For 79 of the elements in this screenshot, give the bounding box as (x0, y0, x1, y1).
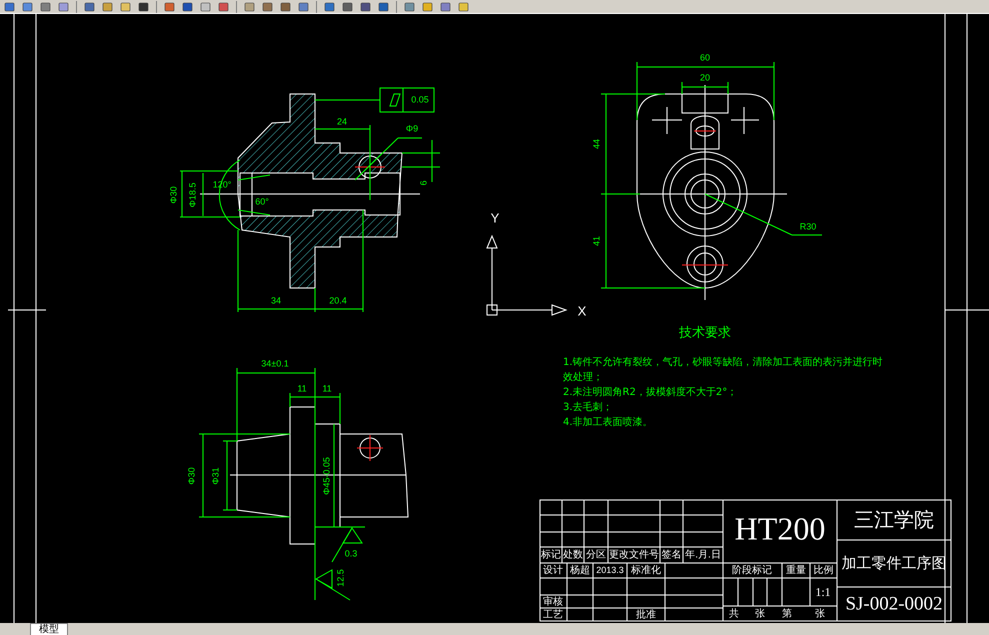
title-block-label: 年.月.日 (685, 550, 721, 561)
toolbar-icon[interactable] (298, 2, 309, 12)
dimension-label: 34±0.1 (261, 358, 289, 368)
toolbar-icon[interactable] (342, 2, 353, 12)
dimension-label: 11 (322, 383, 332, 394)
dimension-label: 41 (591, 236, 602, 246)
toolbar-icon[interactable] (138, 2, 149, 12)
dimension-label: 34 (271, 295, 281, 306)
toolbar-icon[interactable] (22, 2, 33, 12)
title-block-label: 张 (755, 608, 765, 620)
toolbar-icon[interactable] (120, 2, 131, 12)
title-block-label: 标记 (541, 550, 561, 561)
title-block-label: 分区 (586, 550, 606, 561)
toolbar-icon[interactable] (458, 2, 469, 12)
toolbar-icon[interactable] (422, 2, 433, 12)
requirements-title: 技术要求 (679, 324, 731, 340)
dimension-label: Φ45-0.05 (321, 457, 332, 495)
dimension-label: 20 (700, 72, 710, 82)
dimension-label: 0.05 (411, 94, 429, 104)
title-block-label: 更改文件号 (609, 550, 659, 561)
toolbar-icon[interactable] (404, 2, 415, 12)
toolbar-icon[interactable] (324, 2, 335, 12)
title-block-label: 标准化 (631, 565, 661, 576)
dimension-label: 11 (297, 383, 307, 394)
dimension-label: Φ9 (406, 123, 418, 134)
requirement-text: 2.未注明圆角R2，拔模斜度不大于2°； (563, 386, 738, 400)
dimension-label: Φ31 (210, 467, 220, 485)
title-block-label: 重量 (786, 565, 806, 576)
ucs-axis-icon (486, 234, 568, 316)
toolbar-icon[interactable] (164, 2, 175, 12)
title-block-label: 签名 (662, 550, 682, 561)
title-block-label: 比例 (814, 565, 834, 576)
toolbar-icon[interactable] (200, 2, 211, 12)
dimension-label: Φ18.5 (187, 182, 198, 208)
axis-label: Y (490, 210, 500, 226)
toolbar-icon[interactable] (84, 2, 95, 12)
drawing-number: SJ-002-0002 (845, 593, 943, 614)
dimension-label: Φ30 (186, 467, 196, 485)
toolbar-icon[interactable] (378, 2, 389, 12)
toolbar-icon[interactable] (40, 2, 51, 12)
title-block-label: 张 (815, 608, 825, 620)
layout-tab[interactable]: 模型 (30, 623, 68, 635)
dimension-label: 24 (337, 116, 347, 126)
toolbar-icon[interactable] (4, 2, 15, 12)
title-block-label: 批准 (636, 610, 656, 621)
school-name: 三江学院 (854, 509, 934, 532)
dimension-label: 20.4 (329, 295, 347, 306)
title-block-label: 共 (729, 608, 739, 620)
dimension-label: 6 (418, 180, 428, 186)
dimension-label: 0.3 (344, 548, 358, 558)
title-block-label: 审核 (543, 596, 563, 608)
dimension-label: 60 (700, 52, 710, 62)
toolbar-icon[interactable] (182, 2, 193, 12)
scale-value: 1:1 (815, 584, 831, 599)
dimension-label: Φ30 (168, 186, 178, 204)
title-block-label: 阶段标记 (732, 565, 772, 576)
title-block-label: 处数 (563, 550, 583, 561)
dimension-label: 12.5 (335, 569, 346, 587)
material-label: HT200 (734, 510, 826, 546)
requirement-text: 3.去毛刺； (563, 400, 614, 415)
toolbar-icon[interactable] (440, 2, 451, 12)
dimension-label: 44 (591, 139, 602, 149)
toolbar-icon[interactable] (280, 2, 291, 12)
title-block-label: 第 (782, 608, 792, 620)
title-block-label: 2013.3 (596, 564, 624, 575)
toolbar-icon[interactable] (58, 2, 69, 12)
axis-label: X (578, 303, 586, 318)
dimension-label: 60° (255, 196, 269, 206)
toolbar-icon[interactable] (102, 2, 113, 12)
title-block-label: 杨超 (570, 565, 590, 576)
toolbar-icon[interactable] (244, 2, 255, 12)
title-block-label: 工艺 (543, 610, 563, 621)
toolbar-icon[interactable] (218, 2, 229, 12)
dimension-label: R30 (800, 221, 816, 232)
toolbar-icon[interactable] (360, 2, 371, 12)
requirement-text: 4.非加工表面喷漆。 (563, 416, 654, 430)
requirement-text: 1.铸件不允许有裂纹，气孔，砂眼等缺陷，清除加工表面的表污并进行时效处理； (563, 356, 884, 385)
title-block-label: 设计 (543, 565, 563, 576)
toolbar-icon[interactable] (262, 2, 273, 12)
